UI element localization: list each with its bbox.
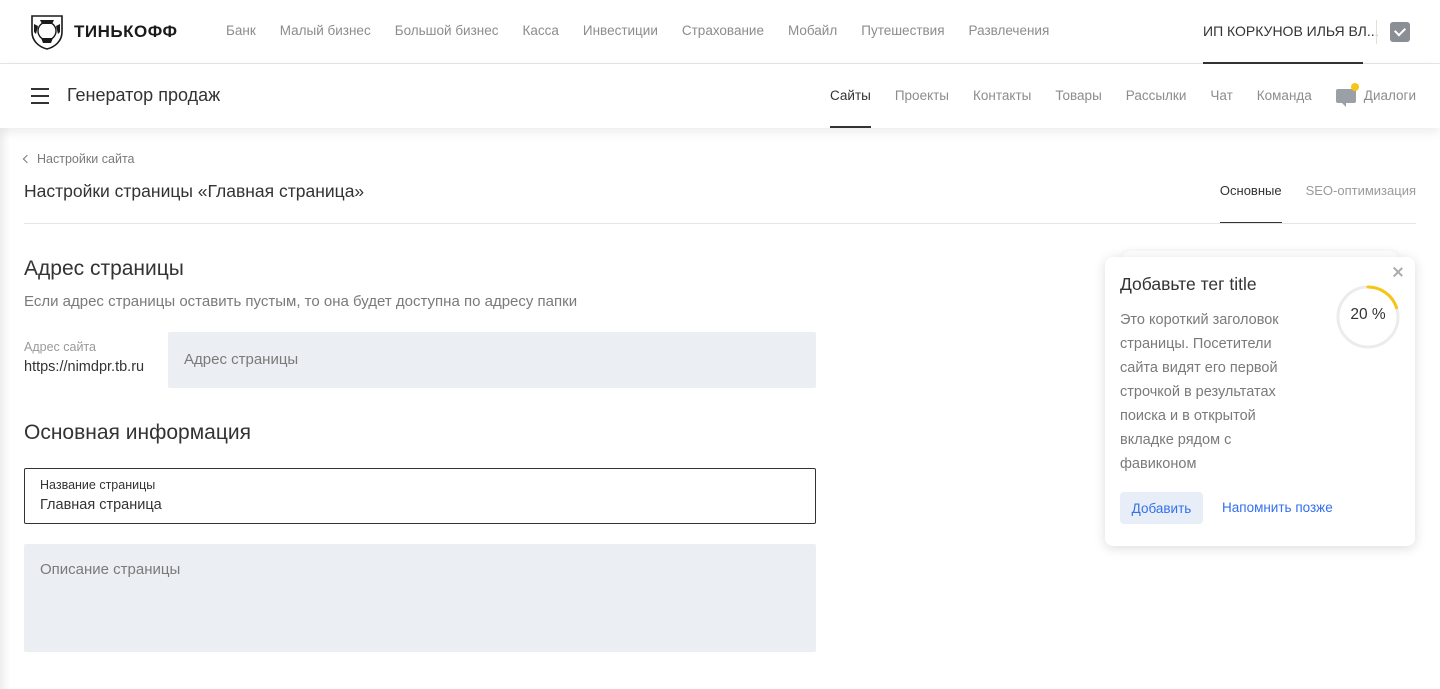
info-section-title: Основная информация	[24, 421, 251, 444]
site-address-value: https://nimdpr.tb.ru	[24, 359, 145, 375]
product-nav-goods[interactable]: Товары	[1055, 64, 1101, 128]
remind-later-button[interactable]: Напомнить позже	[1222, 492, 1333, 524]
divider	[1376, 20, 1377, 44]
bank-nav-item[interactable]: Банк	[226, 23, 256, 38]
progress-label: 20 %	[1350, 306, 1386, 323]
popup-text: Это короткий заголовок страницы. Посетит…	[1120, 312, 1279, 472]
checkmark-icon[interactable]	[1390, 22, 1410, 42]
brand-logo[interactable]: ТИНЬКОФФ	[28, 14, 178, 50]
page-name-label: Название страницы	[40, 478, 156, 492]
tinkoff-emblem-icon	[31, 15, 63, 50]
add-title-button[interactable]: Добавить	[1120, 492, 1203, 524]
product-nav-chat[interactable]: Чат	[1210, 64, 1232, 128]
account-switcher[interactable]: ИП КОРКУНОВ ИЛЬЯ ВЛ...	[1203, 0, 1379, 64]
site-address-label: Адрес сайта	[24, 340, 96, 354]
seo-hint-popup: Добавьте тег title Это короткий заголово…	[1105, 257, 1415, 546]
page-title: Настройки страницы «Главная страница»	[24, 181, 365, 201]
product-nav-team[interactable]: Команда	[1257, 64, 1312, 128]
bank-nav-item[interactable]: Страхование	[682, 23, 764, 38]
chevron-left-icon	[22, 154, 32, 164]
tab-main[interactable]: Основные	[1219, 160, 1282, 224]
bank-nav-item[interactable]: Мобайл	[788, 23, 837, 38]
page-tabs: Основные SEO-оптимизация	[1196, 160, 1416, 224]
product-bar: Генератор продаж Сайты Проекты Контакты …	[0, 64, 1440, 128]
account-name: ИП КОРКУНОВ ИЛЬЯ ВЛ...	[1203, 23, 1379, 39]
product-nav: Сайты Проекты Контакты Товары Рассылки Ч…	[830, 64, 1440, 128]
bank-nav: Банк Малый бизнес Большой бизнес Касса И…	[226, 23, 1073, 38]
page-description-input[interactable]: Описание страницы	[24, 544, 816, 652]
product-nav-contacts[interactable]: Контакты	[973, 64, 1031, 128]
breadcrumb[interactable]: Настройки сайта	[22, 152, 135, 166]
page-address-placeholder: Адрес страницы	[184, 351, 299, 368]
page-address-input[interactable]: Адрес страницы	[168, 332, 816, 388]
product-nav-mailings[interactable]: Рассылки	[1126, 64, 1187, 128]
chat-icon	[1335, 83, 1359, 107]
burger-menu-icon[interactable]	[31, 88, 49, 104]
bank-nav-item[interactable]: Развлечения	[969, 23, 1050, 38]
header-divider	[24, 223, 1416, 224]
sidebar-shadow	[0, 128, 10, 689]
bank-nav-item[interactable]: Путешествия	[861, 23, 944, 38]
product-title: Генератор продаж	[67, 85, 221, 105]
popup-title: Добавьте тег title	[1120, 274, 1257, 294]
product-nav-sites[interactable]: Сайты	[830, 64, 871, 128]
bank-nav-item[interactable]: Касса	[523, 23, 559, 38]
bank-nav-item[interactable]: Большой бизнес	[395, 23, 499, 38]
page-name-field[interactable]: Название страницы Главная страница	[24, 468, 816, 524]
close-icon[interactable]	[1392, 266, 1404, 278]
bank-nav-item[interactable]: Малый бизнес	[280, 23, 371, 38]
product-nav-projects[interactable]: Проекты	[895, 64, 949, 128]
brand-name: ТИНЬКОФФ	[74, 22, 178, 41]
bank-nav-item[interactable]: Инвестиции	[583, 23, 658, 38]
address-section-title: Адрес страницы	[24, 257, 184, 280]
address-description: Если адрес страницы оставить пустым, то …	[24, 293, 578, 310]
page-description-placeholder: Описание страницы	[40, 561, 181, 578]
breadcrumb-label: Настройки сайта	[37, 152, 135, 166]
page-name-value: Главная страница	[40, 497, 162, 513]
product-nav-dialogs[interactable]: Диалоги	[1335, 64, 1416, 128]
dialogs-label: Диалоги	[1363, 88, 1416, 103]
notification-dot	[1350, 83, 1359, 91]
top-bar: ТИНЬКОФФ Банк Малый бизнес Большой бизне…	[0, 0, 1440, 64]
tab-seo[interactable]: SEO-оптимизация	[1306, 160, 1416, 224]
